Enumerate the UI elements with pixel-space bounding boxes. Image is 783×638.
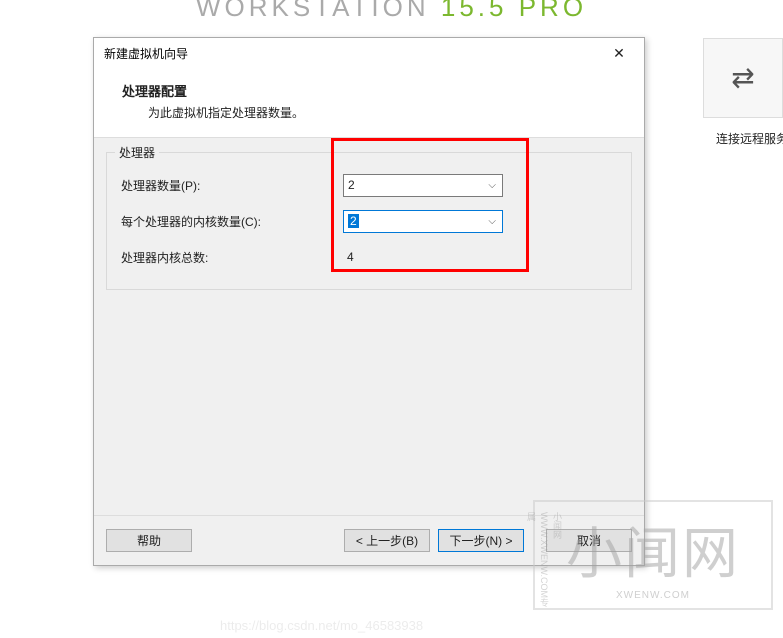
help-button[interactable]: 帮助	[106, 529, 192, 552]
wizard-header: 处理器配置 为此虚拟机指定处理器数量。	[94, 69, 644, 138]
wizard-step-title: 处理器配置	[122, 81, 624, 100]
transfer-arrows-icon: ⇄	[731, 64, 754, 92]
wizard-button-bar: 帮助 < 上一步(B) 下一步(N) > 取消	[94, 515, 644, 565]
total-cores-value: 4	[343, 250, 354, 264]
wizard-content: 处理器 处理器数量(P): 2 ⌵ 每个处理器的内核数量(C): 2 ⌵	[94, 138, 644, 515]
cancel-button[interactable]: 取消	[546, 529, 632, 552]
cores-per-processor-row: 每个处理器的内核数量(C): 2 ⌵	[121, 203, 617, 239]
background-app-title: WORKSTATION 15.5 PRO	[0, 0, 783, 23]
new-vm-wizard-dialog: 新建虚拟机向导 ✕ 处理器配置 为此虚拟机指定处理器数量。 处理器 处理器数量(…	[93, 37, 645, 566]
close-icon: ✕	[613, 45, 625, 61]
processors-fieldset: 处理器 处理器数量(P): 2 ⌵ 每个处理器的内核数量(C): 2 ⌵	[106, 152, 632, 290]
dialog-title: 新建虚拟机向导	[104, 45, 188, 62]
titlebar: 新建虚拟机向导 ✕	[94, 38, 644, 69]
processor-count-value: 2	[348, 178, 355, 192]
wizard-step-description: 为此虚拟机指定处理器数量。	[148, 104, 624, 121]
next-button[interactable]: 下一步(N) >	[438, 529, 524, 552]
total-cores-label: 处理器内核总数:	[121, 249, 343, 266]
connect-remote-server-tile[interactable]: ⇄	[703, 38, 783, 118]
cores-per-processor-select[interactable]: 2 ⌵	[343, 210, 503, 233]
processor-count-select[interactable]: 2 ⌵	[343, 174, 503, 197]
chevron-down-icon: ⌵	[488, 180, 496, 191]
chevron-down-icon: ⌵	[488, 216, 496, 227]
watermark-small-text: XWENW.COM	[616, 590, 690, 601]
cores-per-processor-value: 2	[348, 214, 359, 228]
watermark-blog-url: https://blog.csdn.net/mo_46583938	[220, 618, 423, 633]
background-side-tile: ⇄ 连接远程服务	[683, 28, 783, 158]
total-cores-row: 处理器内核总数: 4	[121, 239, 617, 275]
processor-count-row: 处理器数量(P): 2 ⌵	[121, 167, 617, 203]
connect-remote-label: 连接远程服务	[716, 130, 783, 147]
cores-per-processor-label: 每个处理器的内核数量(C):	[121, 213, 343, 230]
close-button[interactable]: ✕	[604, 45, 634, 62]
processor-count-label: 处理器数量(P):	[121, 177, 343, 194]
fieldset-legend: 处理器	[115, 144, 159, 161]
back-button[interactable]: < 上一步(B)	[344, 529, 430, 552]
